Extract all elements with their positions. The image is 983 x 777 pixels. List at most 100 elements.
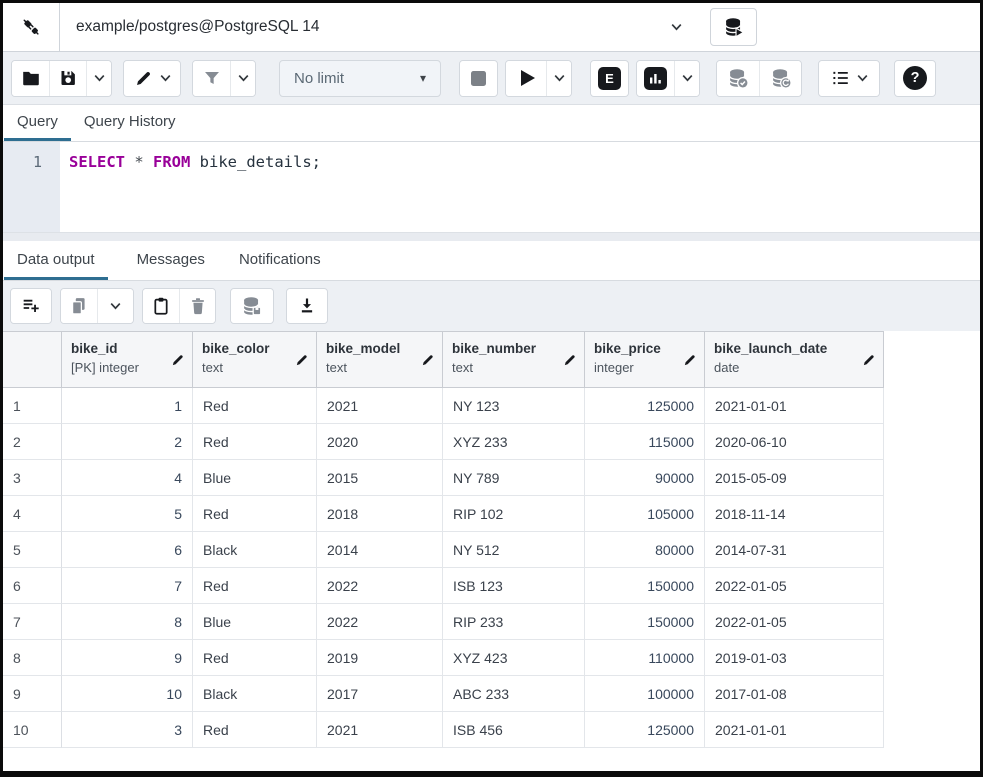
cell-bike_launch_date[interactable]: 2019-01-03 — [705, 640, 884, 676]
cell-bike_price[interactable]: 90000 — [585, 460, 705, 496]
cell-bike_color[interactable]: Red — [193, 388, 317, 424]
cell-bike_color[interactable]: Blue — [193, 460, 317, 496]
commit-button[interactable] — [717, 60, 759, 96]
tab-query[interactable]: Query — [4, 105, 71, 141]
edit-column-icon[interactable] — [563, 353, 577, 367]
cell-bike_model[interactable]: 2021 — [317, 712, 443, 748]
cell-bike_price[interactable]: 100000 — [585, 676, 705, 712]
cell-bike_id[interactable]: 6 — [62, 532, 193, 568]
cell-bike_price[interactable]: 105000 — [585, 496, 705, 532]
cell-bike_color[interactable]: Red — [193, 712, 317, 748]
row-number-cell[interactable]: 9 — [3, 676, 62, 712]
cell-bike_color[interactable]: Black — [193, 532, 317, 568]
new-connection-button[interactable] — [710, 8, 757, 46]
row-number-cell[interactable]: 5 — [3, 532, 62, 568]
cell-bike_price[interactable]: 125000 — [585, 388, 705, 424]
column-header-bike_model[interactable]: bike_model text — [317, 331, 443, 388]
explain-analyze-button[interactable] — [637, 60, 674, 96]
row-limit-select[interactable]: No limit ▾ — [279, 59, 441, 97]
cell-bike_number[interactable]: ISB 456 — [443, 712, 585, 748]
tab-messages[interactable]: Messages — [124, 241, 218, 280]
tab-data-output[interactable]: Data output — [4, 241, 108, 280]
cell-bike_price[interactable]: 80000 — [585, 532, 705, 568]
copy-button[interactable] — [61, 289, 97, 323]
explain-options-button[interactable] — [674, 60, 699, 96]
explain-button[interactable]: E — [591, 60, 628, 96]
cell-bike_model[interactable]: 2022 — [317, 604, 443, 640]
paste-button[interactable] — [143, 289, 179, 323]
cell-bike_number[interactable]: RIP 102 — [443, 496, 585, 532]
cell-bike_color[interactable]: Black — [193, 676, 317, 712]
cell-bike_id[interactable]: 4 — [62, 460, 193, 496]
cell-bike_model[interactable]: 2022 — [317, 568, 443, 604]
select-all-header-cell[interactable] — [3, 331, 62, 388]
filter-options-button[interactable] — [230, 60, 255, 96]
cell-bike_id[interactable]: 2 — [62, 424, 193, 460]
save-data-button[interactable] — [231, 289, 273, 323]
execute-button[interactable] — [506, 60, 546, 96]
rollback-button[interactable] — [759, 60, 801, 96]
cell-bike_price[interactable]: 125000 — [585, 712, 705, 748]
column-header-bike_id[interactable]: bike_id [PK] integer — [62, 331, 193, 388]
cell-bike_model[interactable]: 2020 — [317, 424, 443, 460]
row-number-cell[interactable]: 2 — [3, 424, 62, 460]
cell-bike_model[interactable]: 2019 — [317, 640, 443, 676]
sql-editor[interactable]: 1 SELECT * FROM bike_details; — [3, 142, 980, 232]
macros-button[interactable] — [819, 60, 879, 96]
panel-divider[interactable] — [3, 232, 980, 241]
cell-bike_number[interactable]: ISB 123 — [443, 568, 585, 604]
cell-bike_color[interactable]: Red — [193, 424, 317, 460]
cell-bike_launch_date[interactable]: 2022-01-05 — [705, 604, 884, 640]
column-header-bike_number[interactable]: bike_number text — [443, 331, 585, 388]
cell-bike_number[interactable]: ABC 233 — [443, 676, 585, 712]
edit-menu-button[interactable] — [124, 60, 180, 96]
cell-bike_launch_date[interactable]: 2021-01-01 — [705, 712, 884, 748]
row-number-cell[interactable]: 1 — [3, 388, 62, 424]
cell-bike_color[interactable]: Blue — [193, 604, 317, 640]
edit-column-icon[interactable] — [295, 353, 309, 367]
cell-bike_id[interactable]: 10 — [62, 676, 193, 712]
cell-bike_id[interactable]: 1 — [62, 388, 193, 424]
row-number-cell[interactable]: 10 — [3, 712, 62, 748]
cell-bike_price[interactable]: 115000 — [585, 424, 705, 460]
cell-bike_color[interactable]: Red — [193, 568, 317, 604]
copy-options-button[interactable] — [97, 289, 133, 323]
cell-bike_color[interactable]: Red — [193, 496, 317, 532]
edit-column-icon[interactable] — [862, 353, 876, 367]
cell-bike_launch_date[interactable]: 2018-11-14 — [705, 496, 884, 532]
edit-column-icon[interactable] — [421, 353, 435, 367]
sql-code-line[interactable]: SELECT * FROM bike_details; — [60, 142, 321, 232]
edit-column-icon[interactable] — [683, 353, 697, 367]
row-number-cell[interactable]: 3 — [3, 460, 62, 496]
cell-bike_number[interactable]: NY 512 — [443, 532, 585, 568]
filter-button[interactable] — [193, 60, 230, 96]
cell-bike_model[interactable]: 2021 — [317, 388, 443, 424]
row-number-cell[interactable]: 8 — [3, 640, 62, 676]
tab-query-history[interactable]: Query History — [71, 105, 189, 141]
connection-select[interactable]: example/postgres@PostgreSQL 14 — [60, 3, 698, 51]
tab-notifications[interactable]: Notifications — [226, 241, 334, 280]
stop-button[interactable] — [460, 60, 497, 96]
open-file-button[interactable] — [12, 60, 49, 96]
cell-bike_model[interactable]: 2017 — [317, 676, 443, 712]
cell-bike_id[interactable]: 3 — [62, 712, 193, 748]
cell-bike_launch_date[interactable]: 2022-01-05 — [705, 568, 884, 604]
cell-bike_price[interactable]: 150000 — [585, 604, 705, 640]
column-header-bike_price[interactable]: bike_price integer — [585, 331, 705, 388]
cell-bike_launch_date[interactable]: 2015-05-09 — [705, 460, 884, 496]
cell-bike_model[interactable]: 2015 — [317, 460, 443, 496]
cell-bike_launch_date[interactable]: 2014-07-31 — [705, 532, 884, 568]
row-number-cell[interactable]: 4 — [3, 496, 62, 532]
row-number-cell[interactable]: 7 — [3, 604, 62, 640]
cell-bike_id[interactable]: 8 — [62, 604, 193, 640]
help-button[interactable]: ? — [895, 60, 935, 96]
cell-bike_number[interactable]: NY 789 — [443, 460, 585, 496]
cell-bike_id[interactable]: 9 — [62, 640, 193, 676]
cell-bike_launch_date[interactable]: 2021-01-01 — [705, 388, 884, 424]
column-header-bike_launch_date[interactable]: bike_launch_date date — [705, 331, 884, 388]
cell-bike_id[interactable]: 7 — [62, 568, 193, 604]
cell-bike_model[interactable]: 2014 — [317, 532, 443, 568]
cell-bike_number[interactable]: XYZ 233 — [443, 424, 585, 460]
cell-bike_launch_date[interactable]: 2020-06-10 — [705, 424, 884, 460]
cell-bike_launch_date[interactable]: 2017-01-08 — [705, 676, 884, 712]
